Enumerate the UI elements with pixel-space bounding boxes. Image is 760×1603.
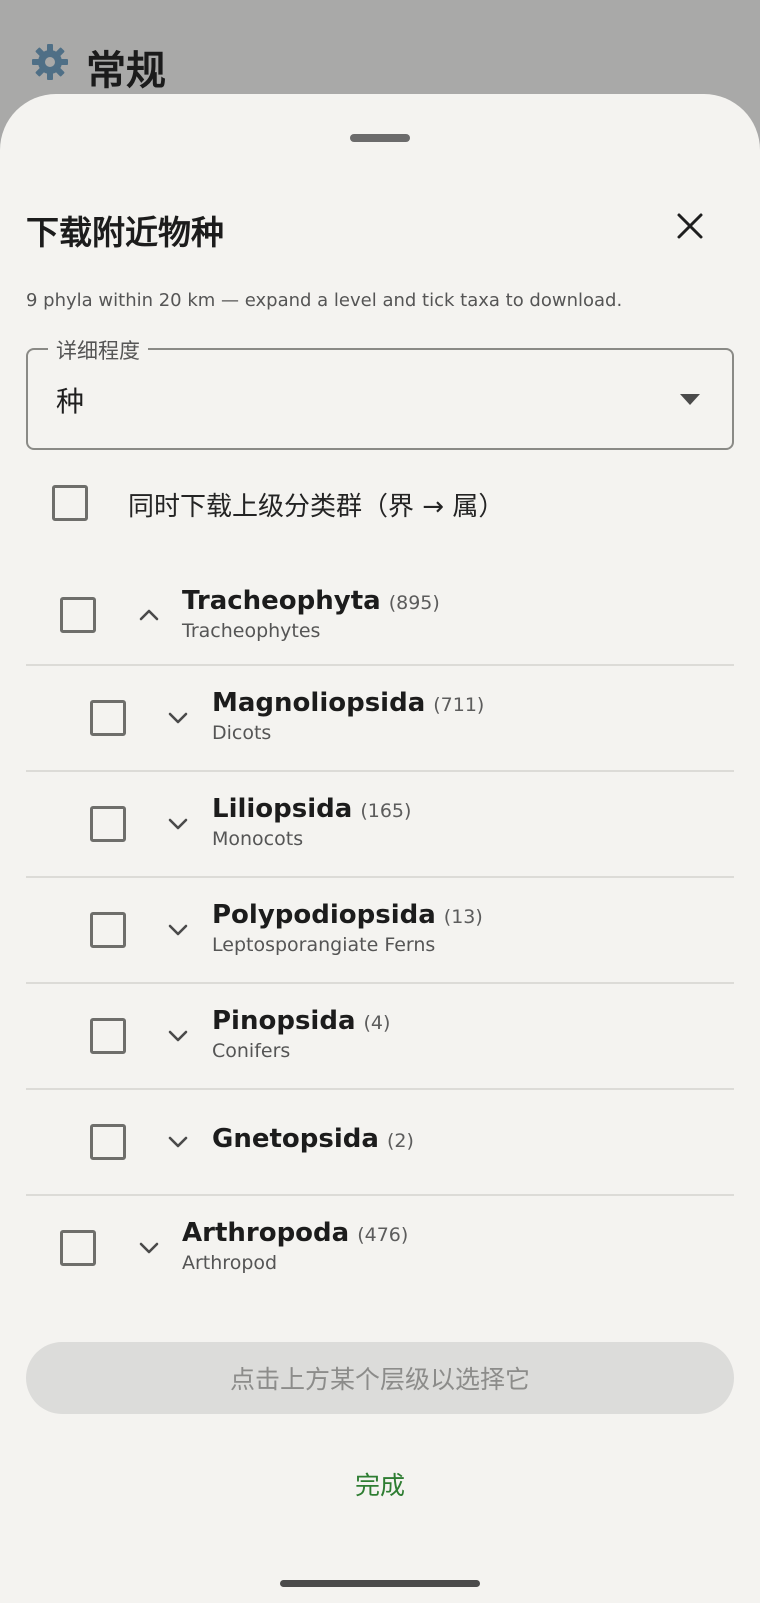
taxon-count: (711) — [433, 694, 485, 716]
taxon-name: Gnetopsida — [212, 1124, 379, 1154]
taxon-count: (4) — [363, 1012, 391, 1034]
drag-handle[interactable] — [350, 134, 410, 142]
home-indicator[interactable] — [280, 1580, 480, 1587]
taxon-row[interactable]: Gnetopsida (2) — [0, 1090, 760, 1196]
taxon-common-name: Tracheophytes — [182, 620, 321, 642]
chevron-up-icon[interactable] — [136, 602, 162, 628]
taxon-checkbox[interactable] — [60, 1230, 96, 1266]
gear-icon — [32, 44, 68, 80]
taxon-row[interactable]: Pinopsida (4) Conifers — [0, 984, 760, 1090]
taxon-checkbox[interactable] — [60, 597, 96, 633]
taxon-common-name: Monocots — [212, 828, 304, 850]
taxon-row[interactable]: Tracheophyta (895) Tracheophytes — [0, 560, 760, 666]
taxon-row[interactable]: Liliopsida (165) Monocots — [0, 772, 760, 878]
taxon-name: Tracheophyta — [182, 586, 381, 616]
taxon-name: Polypodiopsida — [212, 900, 436, 930]
background-page-title: 常规 — [86, 48, 166, 94]
chevron-down-icon[interactable] — [136, 1235, 162, 1261]
sheet-title: 下载附近物种 — [26, 213, 224, 252]
taxon-common-name: Leptosporangiate Ferns — [212, 934, 436, 956]
taxon-common-name: Arthropod — [182, 1252, 278, 1274]
include-ancestors-label: 同时下载上级分类群（界 → 属） — [128, 492, 505, 522]
taxon-checkbox[interactable] — [90, 700, 126, 736]
taxon-count: (2) — [386, 1130, 414, 1152]
taxon-checkbox[interactable] — [90, 1018, 126, 1054]
chevron-down-icon[interactable] — [165, 1023, 191, 1049]
detail-level-value: 种 — [56, 385, 85, 418]
include-ancestors-checkbox[interactable] — [52, 485, 88, 521]
taxon-checkbox[interactable] — [90, 912, 126, 948]
chevron-down-icon[interactable] — [165, 705, 191, 731]
done-button[interactable]: 完成 — [330, 1456, 430, 1512]
taxon-common-name: Conifers — [212, 1040, 291, 1062]
chevron-down-icon[interactable] — [165, 811, 191, 837]
taxon-count: (895) — [388, 592, 440, 614]
taxon-row[interactable]: Magnoliopsida (711) Dicots — [0, 666, 760, 772]
taxon-checkbox[interactable] — [90, 806, 126, 842]
taxon-checkbox[interactable] — [90, 1124, 126, 1160]
taxon-count: (13) — [443, 906, 483, 928]
close-icon — [677, 213, 703, 239]
chevron-down-icon[interactable] — [165, 917, 191, 943]
chevron-down-icon[interactable] — [165, 1129, 191, 1155]
taxon-name: Pinopsida — [212, 1006, 356, 1036]
select-level-button[interactable]: 点击上方某个层级以选择它 — [26, 1342, 734, 1414]
taxon-count: (476) — [357, 1224, 409, 1246]
taxon-row[interactable]: Arthropoda (476) Arthropod — [0, 1196, 760, 1300]
dropdown-arrow-icon — [680, 394, 700, 405]
detail-level-label: 详细程度 — [48, 335, 148, 365]
close-button[interactable] — [668, 204, 712, 248]
detail-level-select[interactable]: 详细程度 种 — [26, 335, 734, 450]
taxon-name: Arthropoda — [182, 1218, 350, 1248]
taxon-row[interactable]: Polypodiopsida (13) Leptosporangiate Fern… — [0, 878, 760, 984]
sheet-subtitle: 9 phyla within 20 km — expand a level an… — [26, 290, 623, 311]
taxon-count: (165) — [360, 800, 412, 822]
taxon-name: Liliopsida — [212, 794, 353, 824]
download-nearby-species-sheet: 下载附近物种 9 phyla within 20 km — expand a l… — [0, 94, 760, 1603]
taxon-common-name: Dicots — [212, 722, 272, 744]
taxon-name: Magnoliopsida — [212, 688, 426, 718]
include-ancestors-row[interactable]: 同时下载上级分类群（界 → 属） — [0, 464, 760, 544]
